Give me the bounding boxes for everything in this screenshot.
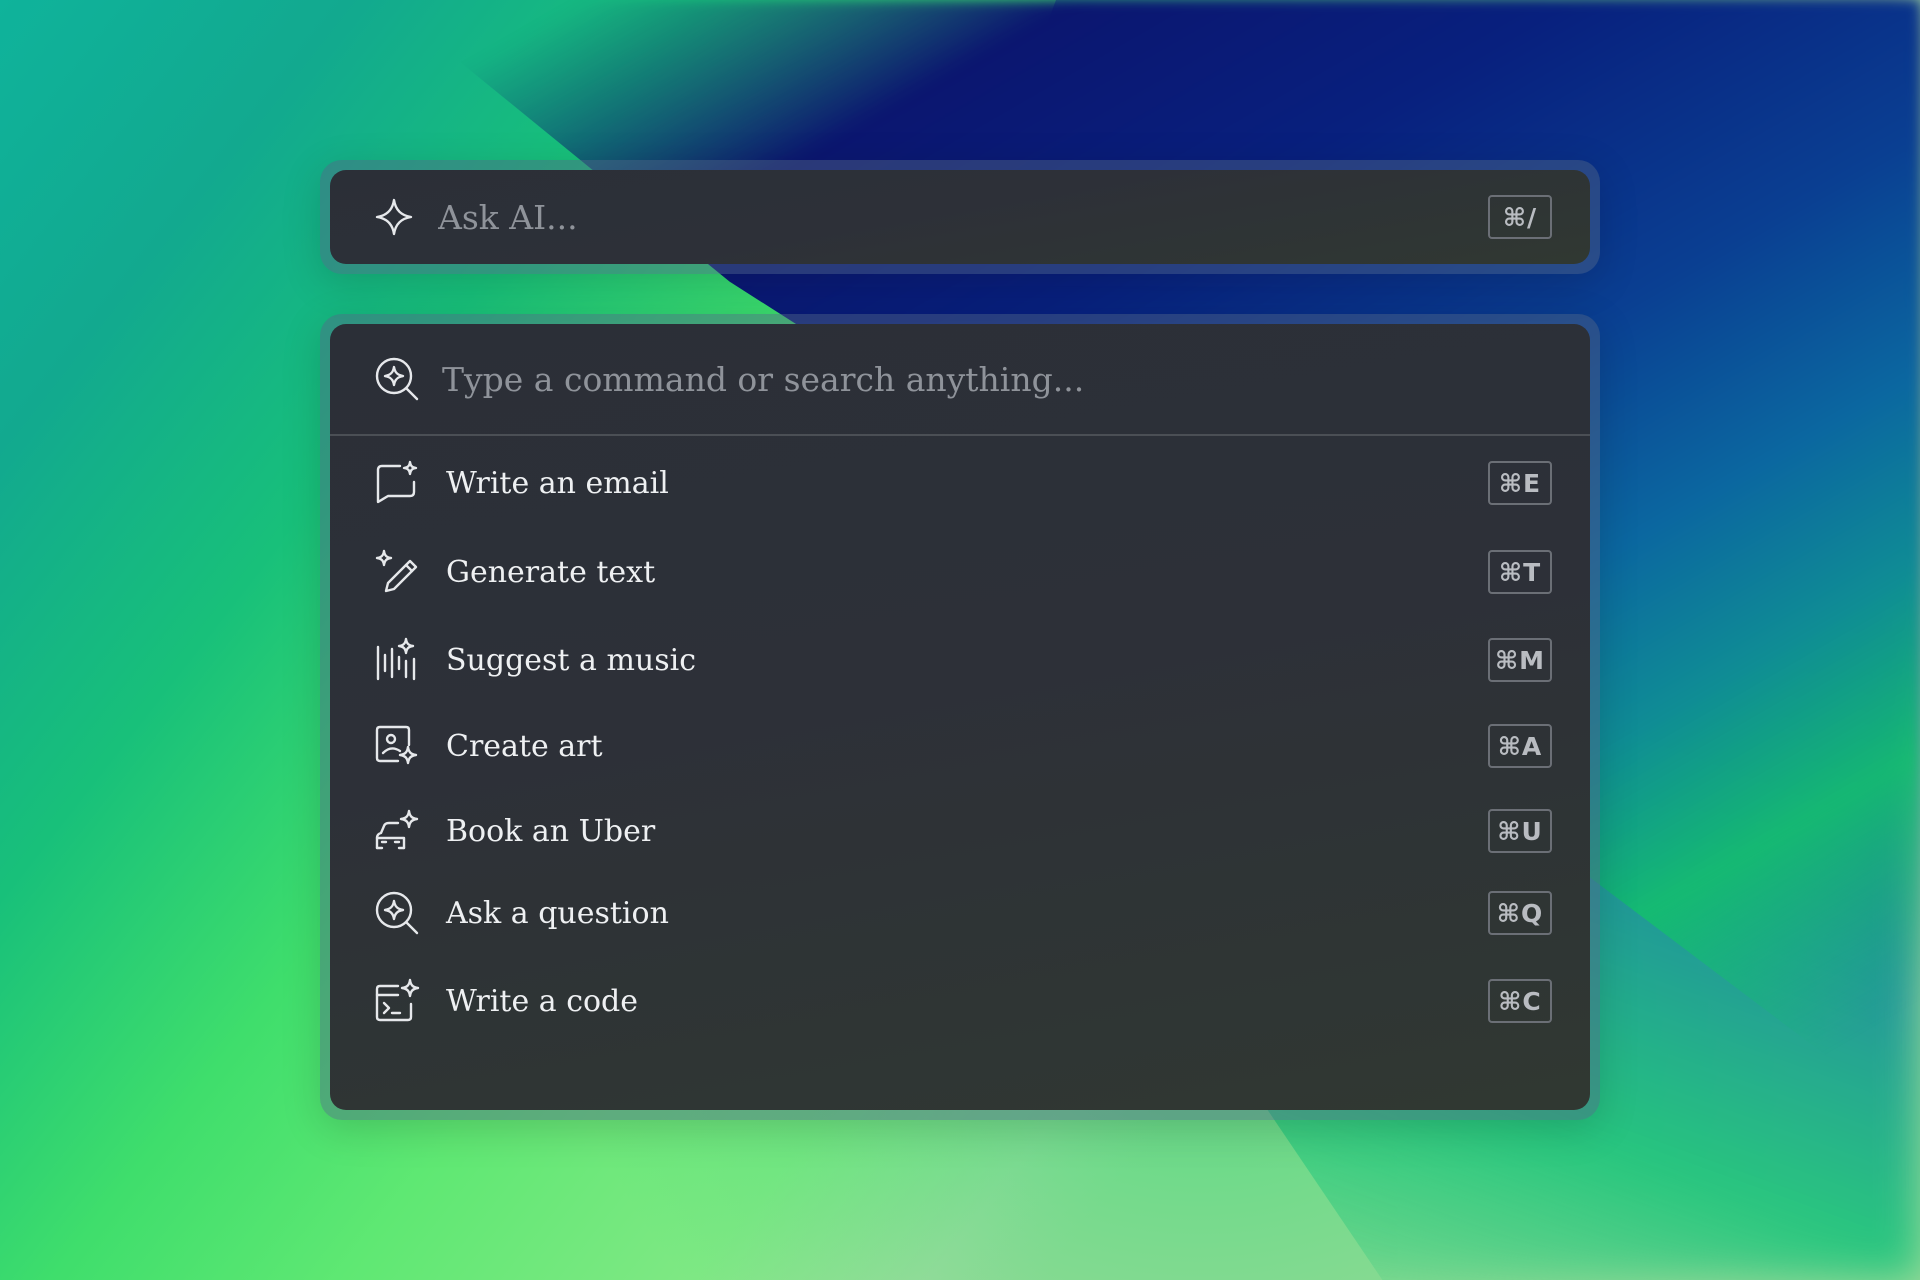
email-sparkle-icon [374, 460, 420, 506]
command-shortcut: ⌘M [1488, 638, 1552, 682]
image-sparkle-icon [374, 723, 420, 769]
command-label: Generate text [446, 554, 656, 590]
command-label: Ask a question [446, 895, 669, 931]
command-item-ask-question[interactable]: Ask a question ⌘Q [330, 878, 1590, 948]
ask-ai-input[interactable] [438, 197, 1488, 237]
command-label: Write an email [446, 465, 669, 501]
command-palette-panel: Write an email ⌘E Generate text ⌘T [330, 324, 1590, 1110]
command-item-book-uber[interactable]: Book an Uber ⌘U [330, 796, 1590, 866]
ask-ai-shortcut: ⌘/ [1488, 195, 1552, 239]
command-shortcut: ⌘U [1488, 809, 1552, 853]
search-sparkle-icon [374, 890, 420, 936]
car-sparkle-icon [374, 808, 420, 854]
terminal-sparkle-icon [374, 978, 420, 1024]
pencil-sparkle-icon [374, 549, 420, 595]
command-search-row [330, 324, 1590, 436]
command-item-generate-text[interactable]: Generate text ⌘T [330, 537, 1590, 607]
command-shortcut: ⌘Q [1488, 891, 1552, 935]
ask-ai-panel: ⌘/ [330, 170, 1590, 264]
command-shortcut: ⌘A [1488, 724, 1552, 768]
command-label: Suggest a music [446, 642, 697, 678]
command-shortcut: ⌘E [1488, 461, 1552, 505]
command-search-input[interactable] [442, 359, 1546, 399]
ask-ai-bar: ⌘/ [320, 160, 1600, 274]
command-label: Create art [446, 728, 603, 764]
command-shortcut: ⌘C [1488, 979, 1552, 1023]
command-item-create-art[interactable]: Create art ⌘A [330, 711, 1590, 781]
search-sparkle-icon [374, 356, 420, 402]
sparkle-icon [374, 197, 414, 237]
command-item-write-code[interactable]: Write a code ⌘C [330, 966, 1590, 1036]
command-label: Book an Uber [446, 813, 656, 849]
command-item-write-email[interactable]: Write an email ⌘E [330, 448, 1590, 518]
command-palette: Write an email ⌘E Generate text ⌘T [320, 314, 1600, 1120]
audio-wave-sparkle-icon [374, 637, 420, 683]
command-item-suggest-music[interactable]: Suggest a music ⌘M [330, 625, 1590, 695]
command-label: Write a code [446, 983, 639, 1019]
command-shortcut: ⌘T [1488, 550, 1552, 594]
ask-ai-row: ⌘/ [330, 170, 1590, 264]
